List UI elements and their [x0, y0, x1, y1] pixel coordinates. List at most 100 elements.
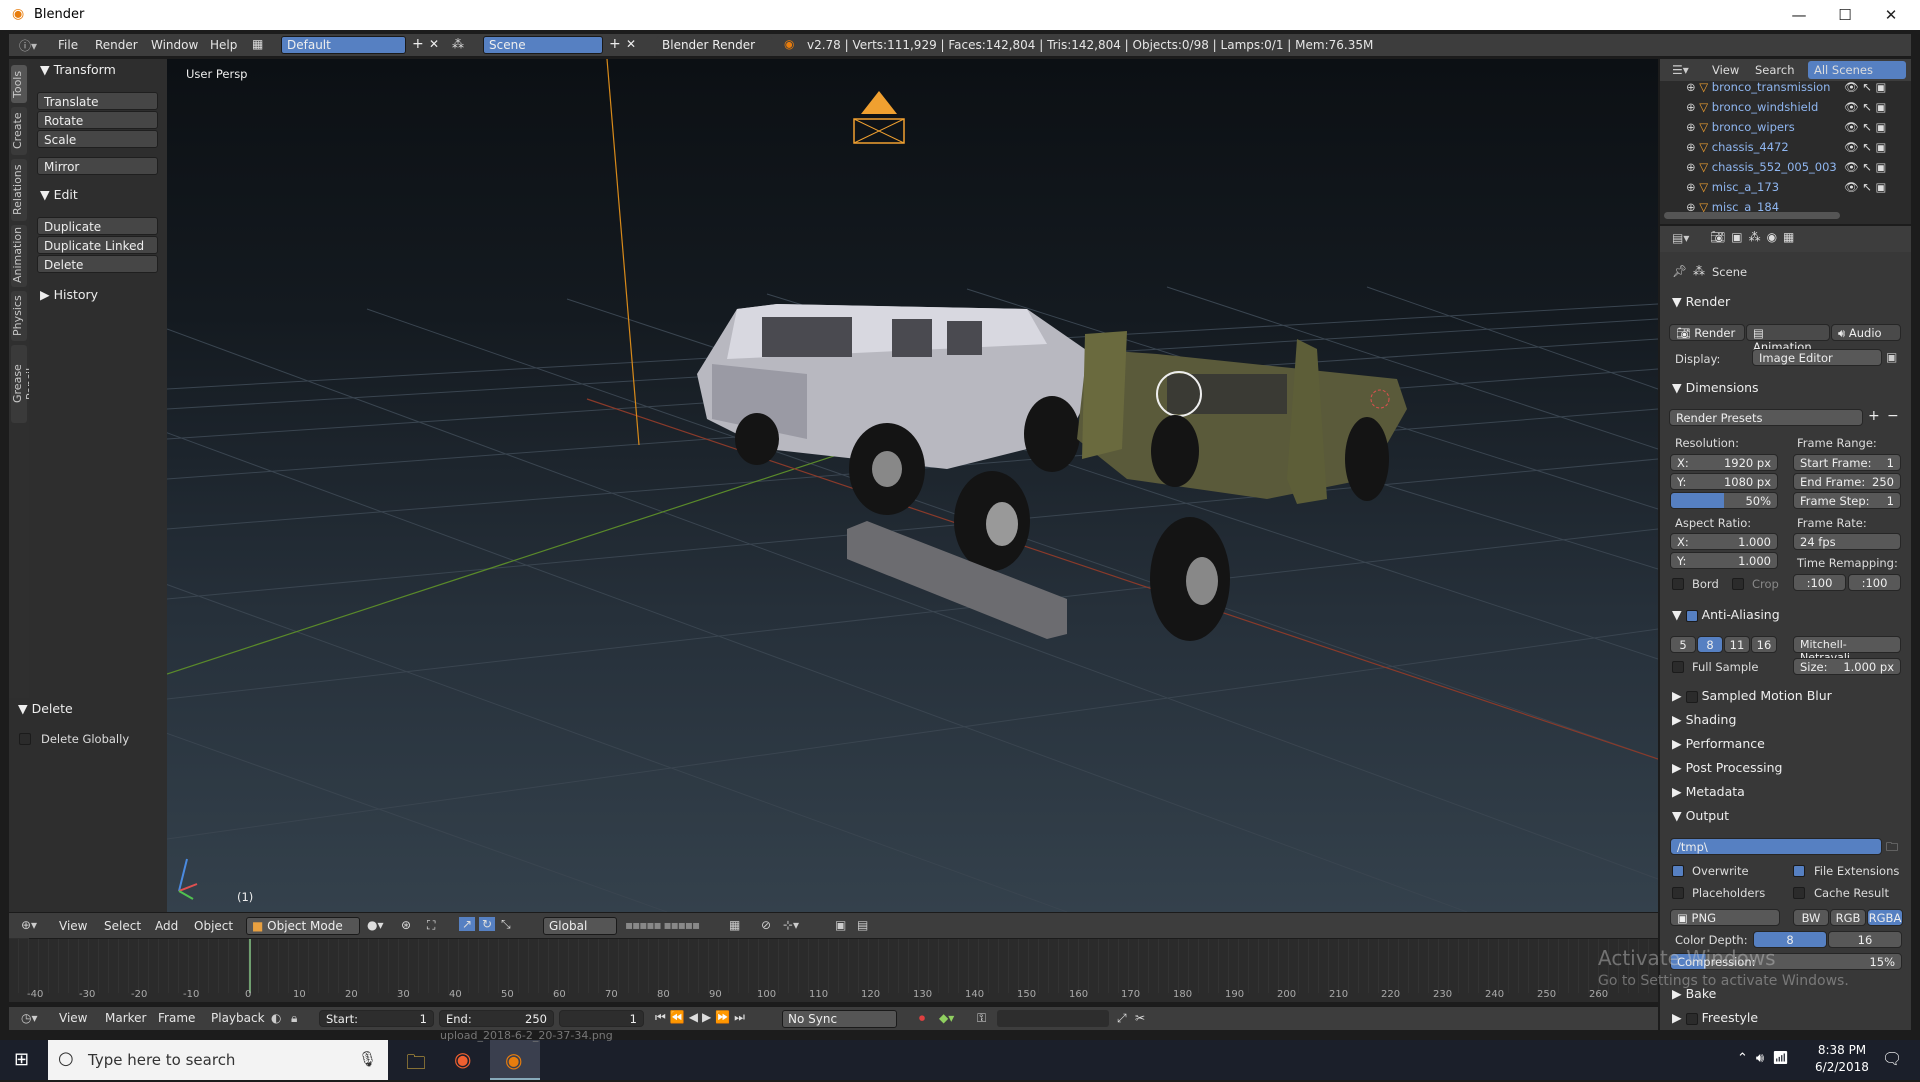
cache-result-checkbox[interactable]	[1793, 887, 1805, 899]
snap-target-icon[interactable]: ⊹▾	[783, 918, 799, 932]
properties-editor-icon[interactable]: ▤▾	[1672, 231, 1689, 245]
rotate-button[interactable]: Rotate	[37, 111, 158, 129]
tl-menu-frame[interactable]: Frame	[158, 1011, 195, 1025]
orientation-select[interactable]: Global	[543, 917, 617, 935]
tab-physics[interactable]: Physics	[11, 291, 27, 341]
menu-render[interactable]: Render	[95, 38, 138, 52]
clock-date[interactable]: 6/2/2018	[1812, 1060, 1872, 1074]
rgba-button[interactable]: RGBA	[1867, 909, 1903, 926]
crop-checkbox[interactable]	[1732, 578, 1744, 590]
render-panel-header[interactable]: ▼ Render	[1672, 294, 1730, 309]
menu-file[interactable]: File	[58, 38, 78, 52]
proportional-edit-icon[interactable]: ⊘	[761, 918, 771, 932]
file-extensions-checkbox[interactable]	[1793, 865, 1805, 877]
outliner-row[interactable]: ⊕ ▽ bronco_windshield 👁︎ ↖ ▣	[1686, 100, 1896, 120]
end-frame-field[interactable]: End Frame: 250	[1793, 473, 1901, 490]
timeline-area[interactable]: -40 -30 -20 -10 0 10 20 30 40 50 60 70 8…	[9, 939, 1658, 1002]
visibility-icons[interactable]: 👁︎ ↖ ▣	[1844, 160, 1886, 174]
maximize-button[interactable]: ☐	[1822, 0, 1868, 30]
firefox-icon[interactable]: ◉	[454, 1047, 471, 1071]
delete-key-icon[interactable]: ✂	[1135, 1011, 1145, 1025]
freestyle-panel-header[interactable]: ▶ Freestyle	[1672, 1010, 1758, 1025]
outliner-row[interactable]: ⊕ ▽ bronco_transmission 👁︎ ↖ ▣	[1686, 80, 1896, 100]
file-format-select[interactable]: ▣ PNG	[1670, 909, 1780, 926]
metadata-panel-header[interactable]: ▶ Metadata	[1672, 784, 1745, 799]
record-icon[interactable]: ⏺	[919, 1011, 925, 1026]
performance-panel-header[interactable]: ▶ Performance	[1672, 736, 1765, 751]
frame-rate-select[interactable]: 24 fps	[1793, 533, 1901, 550]
scene-icon[interactable]: ⁂	[452, 37, 464, 51]
tab-tools[interactable]: Tools	[11, 65, 27, 103]
audio-button[interactable]: 🔊︎ Audio	[1831, 324, 1901, 341]
clock-time[interactable]: 8:38 PM	[1812, 1043, 1872, 1057]
remap-old-field[interactable]: :100	[1793, 574, 1846, 591]
res-x-field[interactable]: X: 1920 px	[1670, 454, 1778, 471]
taskbar-search[interactable]: ○ Type here to search 🎙︎	[48, 1040, 388, 1080]
aa-samples-8[interactable]: 8	[1697, 636, 1723, 653]
context-tabs[interactable]: 📷︎▣⁂◉▦	[1710, 230, 1800, 244]
remove-preset-icon[interactable]: −	[1887, 408, 1899, 424]
lock-icon[interactable]: 🔒︎	[291, 1011, 297, 1026]
aa-panel-header[interactable]: ▼ Anti-Aliasing	[1672, 607, 1780, 622]
end-frame-field[interactable]: End: 250	[439, 1010, 554, 1027]
minimize-button[interactable]: —	[1776, 0, 1822, 30]
depth-16-button[interactable]: 16	[1828, 931, 1902, 948]
render-engine-select[interactable]: Blender Render	[656, 36, 773, 54]
insert-key-icon[interactable]: ⤢	[1117, 1011, 1127, 1026]
keying-set-icon[interactable]: ◆▾	[939, 1011, 954, 1025]
frame-step-field[interactable]: Frame Step: 1	[1793, 492, 1901, 509]
playhead[interactable]	[249, 939, 251, 993]
layers-grid[interactable]: ▪▪▪▪▪ ▪▪▪▪▪	[625, 918, 700, 932]
timeline-editor-icon[interactable]: ◷▾	[21, 1011, 38, 1025]
blender-taskbar-button[interactable]: ◉	[490, 1040, 540, 1080]
manipulator-icon[interactable]: ⛶	[427, 918, 435, 933]
motion-blur-panel-header[interactable]: ▶ Sampled Motion Blur	[1672, 688, 1832, 703]
tab-grease-pencil[interactable]: Grease Pencil	[11, 345, 37, 423]
add-preset-icon[interactable]: +	[1868, 408, 1880, 424]
post-processing-panel-header[interactable]: ▶ Post Processing	[1672, 760, 1782, 775]
delete-operator-header[interactable]: ▼ Delete	[18, 701, 73, 716]
menu-window[interactable]: Window	[151, 38, 198, 52]
scale-button[interactable]: Scale	[37, 130, 158, 148]
rgb-button[interactable]: RGB	[1830, 909, 1866, 926]
overwrite-checkbox[interactable]	[1672, 865, 1684, 877]
3d-viewport[interactable]: User Persp (1)	[167, 59, 1658, 912]
render-button[interactable]: 📷︎ Render	[1669, 324, 1745, 341]
outliner-scrollbar[interactable]	[1664, 212, 1840, 219]
outliner-row[interactable]: ⊕ ▽ bronco_wipers 👁︎ ↖ ▣	[1686, 120, 1896, 140]
outliner-row[interactable]: ⊕ ▽ chassis_552_005_003 👁︎ ↖ ▣	[1686, 160, 1896, 180]
tab-animation[interactable]: Animation	[11, 225, 27, 287]
tl-menu-view[interactable]: View	[59, 1011, 87, 1025]
outliner-row[interactable]: ⊕ ▽ chassis_4472 👁︎ ↖ ▣	[1686, 140, 1896, 160]
freestyle-checkbox[interactable]	[1685, 1012, 1698, 1025]
mirror-button[interactable]: Mirror	[37, 157, 158, 175]
add-scene-icon[interactable]: +	[609, 36, 621, 52]
tl-menu-playback[interactable]: Playback	[211, 1011, 265, 1025]
delete-button[interactable]: Delete	[37, 255, 158, 273]
aspect-x-field[interactable]: X: 1.000	[1670, 533, 1778, 550]
shading-icon[interactable]: ●▾	[367, 918, 384, 932]
system-tray-icons[interactable]: ⌃🔊︎📶︎	[1737, 1051, 1797, 1066]
keying-set-field[interactable]	[997, 1010, 1109, 1027]
pivot-icon[interactable]: ⊛	[401, 918, 411, 932]
outliner-view-menu[interactable]: View	[1712, 63, 1739, 77]
outliner-editor-icon[interactable]: ☰▾	[1672, 63, 1689, 77]
tab-relations[interactable]: Relations	[11, 159, 27, 221]
aa-filter-select[interactable]: Mitchell-Netravali	[1793, 636, 1901, 664]
remap-new-field[interactable]: :100	[1848, 574, 1901, 591]
aspect-y-field[interactable]: Y: 1.000	[1670, 552, 1778, 569]
aa-checkbox[interactable]	[1685, 609, 1698, 622]
placeholders-checkbox[interactable]	[1672, 887, 1684, 899]
render-preview-icon[interactable]: ▣	[835, 918, 846, 932]
filter-size-field[interactable]: Size: 1.000 px	[1793, 658, 1901, 675]
translate-manip-icon[interactable]: ↗	[459, 917, 476, 931]
folder-icon[interactable]: 🗀︎	[1886, 838, 1898, 859]
mode-select[interactable]: ■ Object Mode	[246, 917, 360, 935]
transform-panel-header[interactable]: ▼ Transform	[40, 62, 116, 77]
notifications-icon[interactable]: 🗨︎	[1882, 1049, 1902, 1068]
layout-icon[interactable]: ▦	[252, 37, 263, 51]
scene-field[interactable]: Scene	[483, 36, 603, 54]
display-window-icon[interactable]: ▣	[1886, 350, 1897, 364]
animation-button[interactable]: ▤ Animation	[1746, 324, 1830, 354]
add-layout-icon[interactable]: +	[412, 36, 424, 52]
